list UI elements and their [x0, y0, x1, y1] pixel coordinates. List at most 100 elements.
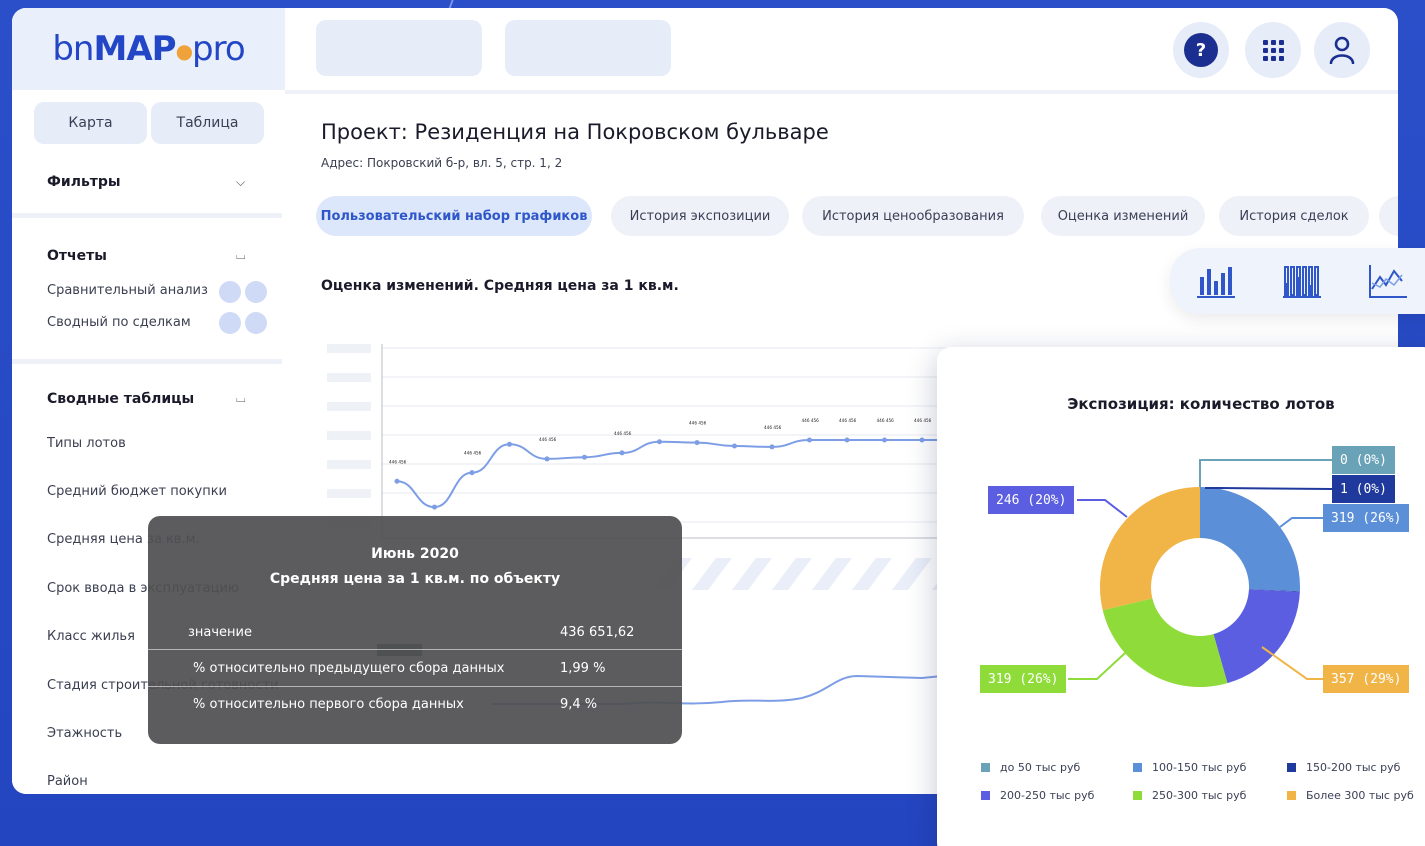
- chevron-down-icon[interactable]: ⌵: [236, 175, 245, 190]
- chevron-up-icon[interactable]: ⌴: [236, 391, 246, 406]
- data-point: [732, 443, 737, 449]
- legend-swatch: [1287, 791, 1296, 800]
- help-icon: ?: [1184, 33, 1218, 67]
- x-tick-label: [892, 558, 932, 590]
- tab-pricing-history[interactable]: История ценообразования: [802, 196, 1024, 236]
- user-button[interactable]: [1314, 22, 1370, 78]
- data-label: 446 456: [689, 421, 707, 426]
- tab-custom-charts[interactable]: Пользовательский набор графиков: [316, 196, 592, 236]
- slice-label: 319 (26%): [980, 665, 1067, 693]
- data-point: [769, 444, 775, 450]
- divider: [12, 213, 282, 218]
- tab-deals-history[interactable]: История сделок: [1219, 196, 1369, 236]
- logo-prefix: bn: [52, 29, 94, 69]
- legend-swatch: [981, 763, 990, 772]
- data-point: [694, 440, 700, 446]
- data-point: [882, 437, 887, 443]
- filters-section-title[interactable]: Фильтры: [47, 174, 121, 190]
- data-label: 446 456: [914, 418, 932, 423]
- legend-item: 250-300 тыс руб: [1133, 789, 1246, 802]
- legend-label: 100-150 тыс руб: [1152, 761, 1247, 774]
- data-point: [469, 470, 475, 476]
- topbar-placeholder[interactable]: [505, 20, 671, 76]
- divider: [12, 359, 282, 364]
- logo-main: MAP: [93, 29, 176, 69]
- y-tick-label: [327, 402, 371, 411]
- user-icon: [1329, 36, 1355, 64]
- data-label: 446 456: [464, 451, 482, 456]
- tab-more[interactable]: [1379, 196, 1398, 236]
- sidebar-item-average-budget[interactable]: Средний бюджет покупки: [47, 484, 227, 499]
- leader-line: [1199, 459, 1332, 487]
- data-label: 446 456: [539, 437, 557, 442]
- donut-slice: [1100, 487, 1200, 611]
- slice-label: 1 (0%): [1332, 475, 1395, 503]
- help-button[interactable]: ?: [1173, 22, 1229, 78]
- location-pin-icon: ●: [175, 39, 193, 63]
- y-tick-label: [327, 489, 371, 498]
- view-toggle-table[interactable]: Таблица: [151, 102, 264, 144]
- legend-label: Более 300 тыс руб: [1306, 789, 1414, 802]
- view-toggle: Карта Таблица: [34, 102, 264, 144]
- data-point: [619, 450, 625, 456]
- data-point: [844, 437, 850, 443]
- view-toggle-map[interactable]: Карта: [34, 102, 147, 144]
- donut-slice: [1213, 589, 1300, 684]
- legend-item: 200-250 тыс руб: [981, 789, 1094, 802]
- x-tick-label: [812, 558, 852, 590]
- tooltip-label: % относительно предыдущего сбора данных: [193, 661, 505, 676]
- divider: [148, 686, 682, 687]
- topbar-placeholder[interactable]: [316, 20, 482, 76]
- report-actions[interactable]: [219, 281, 267, 303]
- x-tick-label: [772, 558, 812, 590]
- legend-item: Более 300 тыс руб: [1287, 789, 1414, 802]
- donut-slice: [1102, 598, 1228, 687]
- logo-suffix: pro: [192, 29, 246, 69]
- sidebar-item-deals-summary[interactable]: Сводный по сделкам: [47, 315, 191, 330]
- bar-chart-icon[interactable]: [1196, 263, 1236, 299]
- data-point: [394, 478, 400, 484]
- y-tick-label: [327, 460, 371, 469]
- apps-button[interactable]: [1245, 22, 1301, 78]
- y-tick-label: [327, 431, 371, 440]
- legend-item: 150-200 тыс руб: [1287, 761, 1400, 774]
- data-point: [582, 454, 587, 460]
- line-chart-icon[interactable]: [1368, 263, 1408, 299]
- chart-type-switcher: [1170, 248, 1425, 314]
- data-label: 446 456: [802, 418, 820, 423]
- sidebar-item-housing-class[interactable]: Класс жилья: [47, 629, 135, 644]
- tab-change-assessment[interactable]: Оценка изменений: [1041, 196, 1205, 236]
- pivot-section-title[interactable]: Сводные таблицы: [47, 391, 194, 407]
- legend-label: 200-250 тыс руб: [1000, 789, 1095, 802]
- data-label: 446 456: [764, 425, 782, 430]
- leader-line: [1077, 499, 1128, 518]
- legend-label: 150-200 тыс руб: [1306, 761, 1401, 774]
- exposure-chart-card: Экспозиция: количество лотов 0 (0%) 1 (0…: [937, 347, 1425, 846]
- data-label: 446 456: [839, 418, 857, 423]
- sidebar-item-floors[interactable]: Этажность: [47, 726, 122, 741]
- series-line: [396, 439, 962, 509]
- reports-section-title[interactable]: Отчеты: [47, 248, 107, 264]
- y-tick-label: [327, 373, 371, 382]
- slice-label: 357 (29%): [1323, 665, 1410, 693]
- data-label: 446 456: [389, 459, 407, 464]
- logo[interactable]: bnMAP●pro: [12, 8, 285, 90]
- tooltip-value: 1,99 %: [560, 661, 606, 676]
- tooltip-row: значение 436 651,62: [148, 616, 682, 650]
- sidebar-item-lot-types[interactable]: Типы лотов: [47, 436, 126, 451]
- sidebar-item-district[interactable]: Район: [47, 774, 88, 789]
- sidebar-item-comparative-analysis[interactable]: Сравнительный анализ: [47, 283, 208, 298]
- tooltip-subtitle: Средняя цена за 1 кв.м. по объекту: [269, 571, 561, 587]
- data-point: [432, 504, 437, 510]
- legend-item: до 50 тыс руб: [981, 761, 1080, 774]
- tooltip-row: % относительно первого сбора данных 9,4 …: [148, 688, 682, 722]
- tab-exposure-history[interactable]: История экспозиции: [611, 196, 789, 236]
- stacked-bar-chart-icon[interactable]: [1282, 263, 1322, 299]
- data-point: [657, 439, 662, 445]
- chevron-up-icon[interactable]: ⌴: [236, 248, 246, 263]
- report-actions[interactable]: [219, 312, 267, 334]
- legend-swatch: [981, 791, 990, 800]
- legend-swatch: [1287, 763, 1296, 772]
- data-point: [807, 437, 812, 443]
- divider: [285, 90, 1398, 94]
